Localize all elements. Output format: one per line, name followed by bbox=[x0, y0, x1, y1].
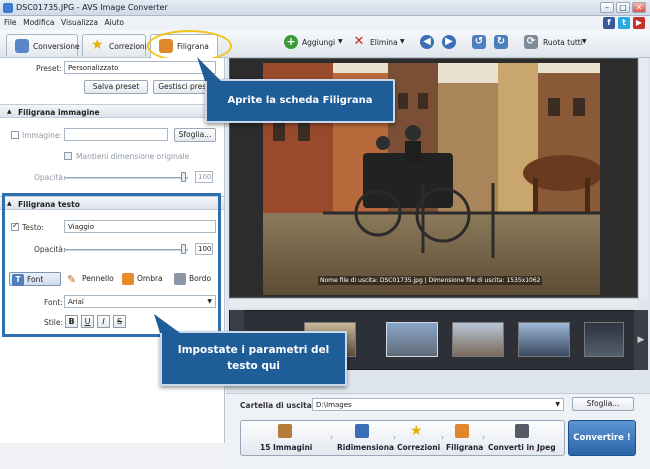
convert-button[interactable]: Convertire ! bbox=[568, 420, 636, 456]
menu-modifica[interactable]: Modifica bbox=[23, 18, 54, 27]
pipeline-arrow-icon: › bbox=[330, 433, 333, 442]
pipeline-resize[interactable]: Ridimensiona bbox=[337, 443, 394, 452]
close-button[interactable]: ✕ bbox=[632, 2, 646, 13]
arrow-left-icon[interactable]: ◀ bbox=[420, 35, 434, 49]
star-icon: ★ bbox=[410, 423, 423, 439]
youtube-icon[interactable]: ▶ bbox=[633, 17, 645, 29]
thumbnail[interactable] bbox=[518, 322, 570, 357]
preset-label: Preset: bbox=[36, 64, 62, 73]
filmstrip-right-icon[interactable]: ▶ bbox=[634, 310, 648, 370]
rotate-right-icon[interactable]: ↻ bbox=[494, 35, 508, 49]
image-label: Immagine: bbox=[22, 131, 63, 140]
image-watermark-title: Filigrana immagine bbox=[18, 108, 100, 117]
add-dropdown-icon[interactable]: ▼ bbox=[338, 38, 343, 45]
delete-dropdown-icon[interactable]: ▼ bbox=[400, 38, 405, 45]
callout-text-params: Impostate i parametri del testo qui bbox=[160, 331, 347, 386]
delete-button[interactable]: Elimina bbox=[370, 38, 398, 47]
status-bar bbox=[0, 443, 226, 469]
pipeline-images[interactable]: 15 Immagini bbox=[260, 443, 312, 452]
keep-size-label: Mantieni dimensione originale bbox=[76, 152, 190, 161]
add-icon[interactable]: + bbox=[284, 35, 298, 49]
keep-size-checkbox[interactable] bbox=[64, 152, 72, 160]
rotate-all-icon[interactable]: ⟳ bbox=[524, 35, 538, 49]
horizontal-scrollbar[interactable] bbox=[229, 298, 638, 308]
thumbnail[interactable] bbox=[452, 322, 504, 357]
facebook-icon[interactable]: f bbox=[603, 17, 615, 29]
collapse-icon: ▲ bbox=[7, 108, 12, 115]
image-path-field[interactable] bbox=[64, 128, 168, 141]
callout-open-tab: Aprite la scheda Filigrana bbox=[205, 79, 395, 123]
rotate-left-icon[interactable]: ↺ bbox=[472, 35, 486, 49]
output-folder-value: D:\Images bbox=[316, 401, 352, 409]
image-opacity-slider[interactable] bbox=[64, 177, 188, 179]
dropdown-arrow-icon: ▼ bbox=[555, 401, 560, 408]
tab-conversione-label: Conversione bbox=[33, 42, 80, 51]
output-folder-field[interactable]: D:\Images ▼ bbox=[312, 398, 564, 411]
delete-icon[interactable]: ✕ bbox=[352, 35, 366, 49]
pipeline-arrow-icon: › bbox=[393, 433, 396, 442]
minimize-button[interactable]: – bbox=[600, 2, 614, 13]
preset-field[interactable]: Personalizzato bbox=[64, 61, 216, 74]
image-opacity-thumb[interactable] bbox=[181, 172, 186, 182]
images-icon bbox=[278, 424, 292, 438]
image-watermark-header[interactable]: ▲ Filigrana immagine bbox=[0, 104, 224, 118]
output-folder-label: Cartella di uscita: bbox=[240, 401, 315, 410]
callout-pointer bbox=[197, 57, 221, 81]
output-file-caption: Nome file di uscita: DSC01735.jpg | Dime… bbox=[318, 276, 543, 285]
menu-aiuto[interactable]: Aiuto bbox=[105, 18, 125, 27]
camera-icon bbox=[515, 424, 529, 438]
conversion-icon bbox=[15, 39, 29, 53]
image-opacity-label: Opacità: bbox=[34, 173, 66, 182]
menu-visualizza[interactable]: Visualizza bbox=[61, 18, 98, 27]
pipeline-arrow-icon: › bbox=[441, 433, 444, 442]
image-opacity-value[interactable]: 100 bbox=[195, 171, 213, 183]
pipeline-convert-jpeg[interactable]: Converti in Jpeg bbox=[488, 443, 556, 452]
pipeline-corrections[interactable]: Correzioni bbox=[397, 443, 440, 452]
thumbnail[interactable] bbox=[386, 322, 438, 357]
save-preset-button[interactable]: Salva preset bbox=[84, 80, 148, 94]
image-checkbox[interactable] bbox=[11, 131, 19, 139]
rotate-all-dropdown-icon[interactable]: ▼ bbox=[582, 38, 587, 45]
window-title: DSC01735.JPG - AVS Image Converter bbox=[16, 3, 168, 12]
resize-icon bbox=[355, 424, 369, 438]
title-bar: DSC01735.JPG - AVS Image Converter – □ ✕ bbox=[0, 0, 650, 16]
pipeline-watermark[interactable]: Filigrana bbox=[446, 443, 483, 452]
callout-pointer bbox=[154, 314, 180, 333]
tab-correzioni[interactable]: ★ Correzioni bbox=[82, 34, 147, 56]
pipeline-arrow-icon: › bbox=[482, 433, 485, 442]
app-window: DSC01735.JPG - AVS Image Converter – □ ✕… bbox=[0, 0, 650, 469]
thumbnail[interactable] bbox=[584, 322, 624, 357]
tab-correzioni-label: Correzioni bbox=[109, 42, 147, 51]
output-browse-button[interactable]: Sfoglia... bbox=[572, 397, 634, 411]
menu-file[interactable]: File bbox=[4, 18, 17, 27]
twitter-icon[interactable]: t bbox=[618, 17, 630, 29]
image-browse-button[interactable]: Sfoglia... bbox=[174, 128, 216, 142]
rotate-all-button[interactable]: Ruota tutti bbox=[543, 38, 583, 47]
tab-conversione[interactable]: Conversione bbox=[6, 34, 80, 56]
app-icon bbox=[3, 3, 13, 13]
menu-bar: File Modifica Visualizza Aiuto bbox=[0, 16, 650, 30]
arrow-right-icon[interactable]: ▶ bbox=[442, 35, 456, 49]
maximize-button[interactable]: □ bbox=[616, 2, 630, 13]
watermark-icon bbox=[455, 424, 469, 438]
vertical-scrollbar[interactable] bbox=[638, 58, 648, 300]
add-button[interactable]: Aggiungi bbox=[302, 38, 335, 47]
star-icon: ★ bbox=[91, 37, 104, 53]
